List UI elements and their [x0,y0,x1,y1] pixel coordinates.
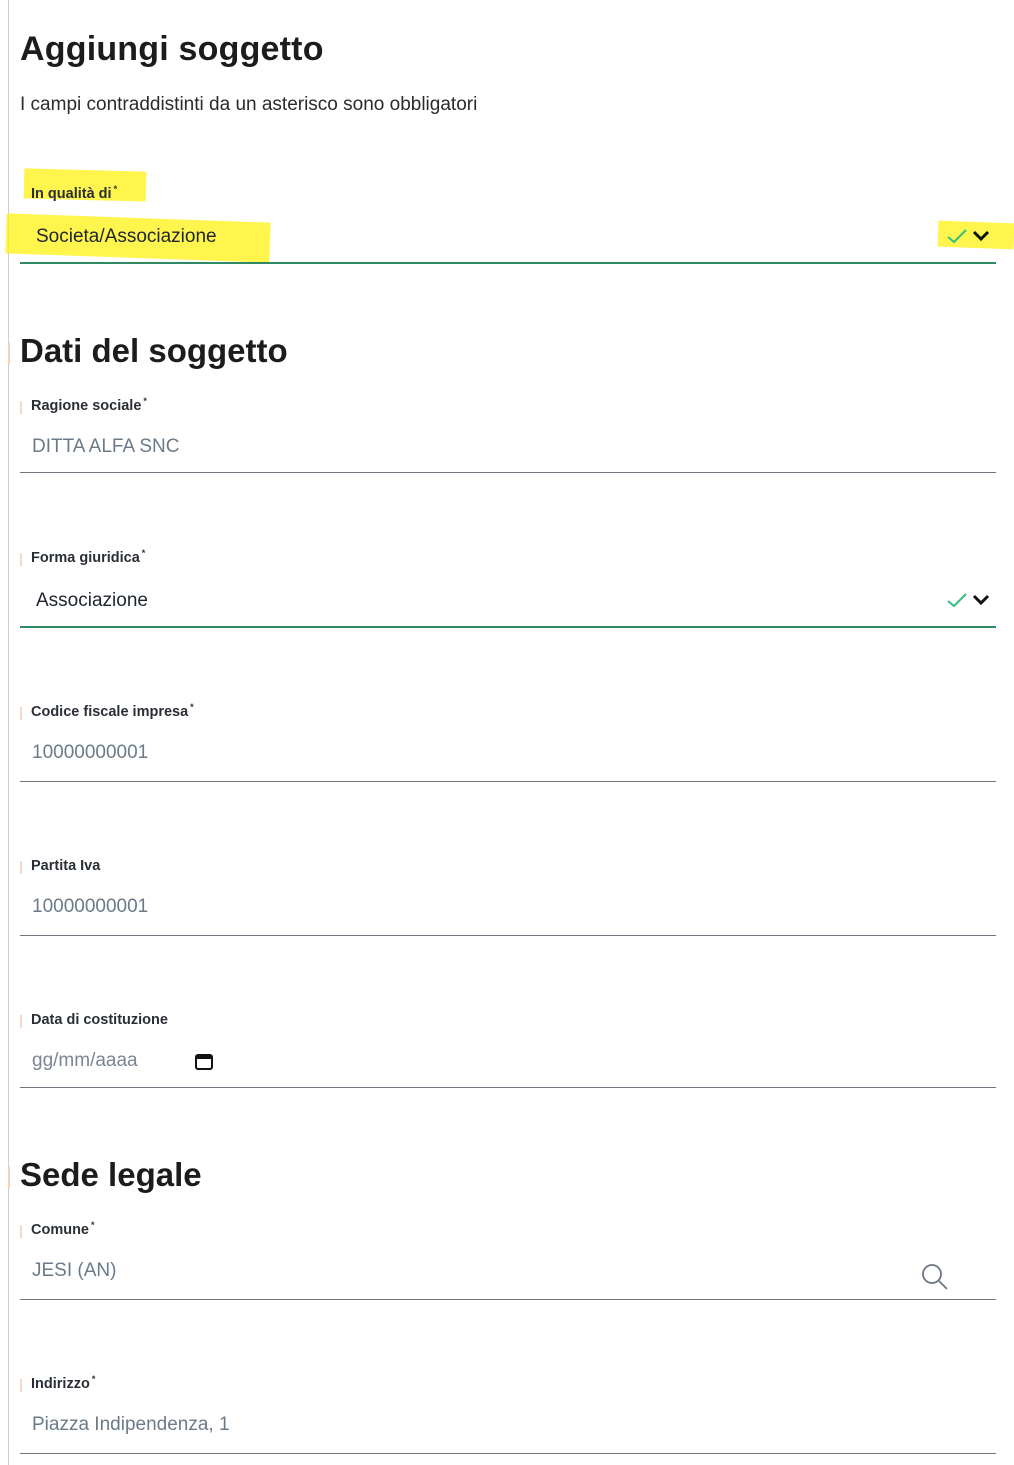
label-marker [20,401,22,414]
role-select-value[interactable]: Societa/Associazione [36,226,896,248]
ragione-sociale-label: Ragione sociale * [31,396,147,414]
calendar-icon[interactable] [194,1052,214,1072]
ragione-sociale-input[interactable]: DITTA ALFA SNC [32,436,892,458]
role-label: In qualità di * [31,184,118,202]
ragione-sociale-underline [20,472,996,473]
codice-fiscale-underline [20,781,996,782]
section-marker [8,1166,10,1188]
label-marker [20,707,22,720]
label-marker [20,1225,22,1238]
forma-giuridica-select-value[interactable]: Associazione [36,590,896,612]
forma-giuridica-label: Forma giuridica * [31,548,146,566]
data-costituzione-input[interactable]: gg/mm/aaaa [32,1050,182,1072]
partita-iva-underline [20,935,996,936]
section-title-subject-data: Dati del soggetto [20,332,288,369]
forma-giuridica-underline [20,626,996,628]
label-marker [20,861,22,874]
section-marker [8,342,10,364]
partita-iva-input[interactable]: 10000000001 [32,896,892,918]
chevron-down-icon[interactable] [972,594,990,606]
label-marker [20,553,22,566]
codice-fiscale-label: Codice fiscale impresa * [31,702,194,720]
comune-input[interactable]: JESI (AN) [32,1260,892,1282]
label-marker [20,1015,22,1028]
indirizzo-input[interactable]: Piazza Indipendenza, 1 [32,1414,892,1436]
check-icon [946,592,968,608]
section-title-registered-office: Sede legale [20,1156,202,1193]
chevron-down-icon[interactable] [972,230,990,242]
required-fields-note: I campi contraddistinti da un asterisco … [20,94,478,115]
role-select-icons[interactable] [946,228,990,244]
search-icon[interactable] [920,1262,950,1292]
page-title: Aggiungi soggetto [20,30,324,68]
codice-fiscale-input[interactable]: 10000000001 [32,742,892,764]
role-underline [20,262,996,264]
check-icon [946,228,968,244]
forma-giuridica-select-icons[interactable] [946,592,990,608]
data-costituzione-underline [20,1087,996,1088]
comune-label: Comune * [31,1220,95,1238]
indirizzo-label: Indirizzo * [31,1374,96,1392]
partita-iva-label: Partita Iva [31,858,101,874]
label-marker [20,1379,22,1392]
comune-underline [20,1299,996,1300]
data-costituzione-label: Data di costituzione [31,1012,168,1028]
indirizzo-underline [20,1453,996,1454]
